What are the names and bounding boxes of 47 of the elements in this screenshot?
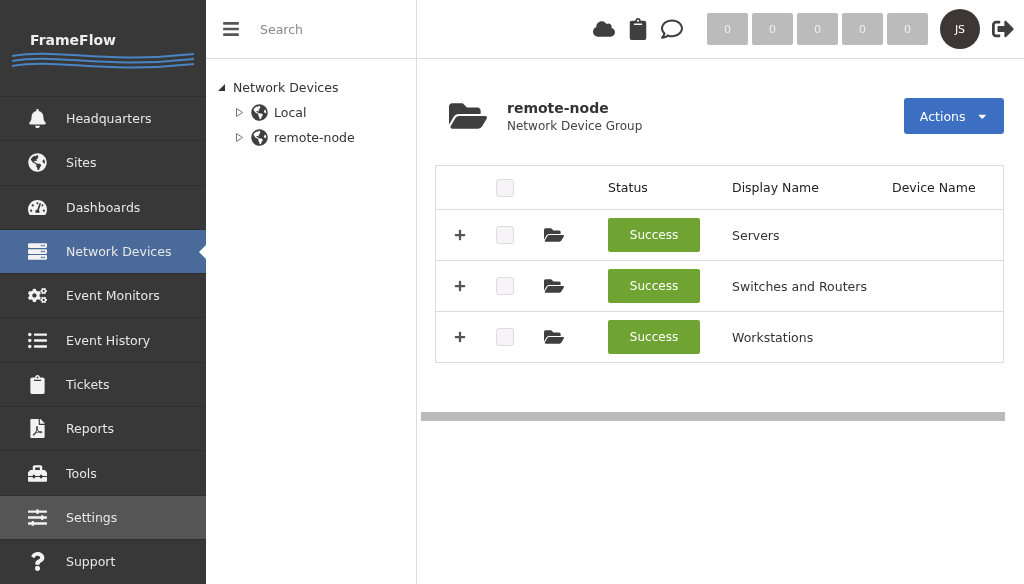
list-icon: [26, 330, 48, 350]
column-header: Status: [608, 180, 649, 195]
globe-icon: [251, 129, 268, 146]
checkbox[interactable]: [496, 277, 514, 295]
expanded-caret-icon[interactable]: [218, 84, 227, 91]
folder-icon: [544, 276, 564, 296]
collapsed-caret-icon[interactable]: [236, 108, 245, 117]
folder-icon: [544, 327, 564, 347]
status-badge: Success: [608, 218, 700, 252]
globe-icon: [26, 153, 48, 173]
scrollbar[interactable]: [421, 412, 1005, 421]
tree-item[interactable]: remote-node: [274, 130, 355, 145]
tree-item[interactable]: Local: [274, 105, 307, 120]
logo-text: FrameFlow: [29, 32, 118, 48]
server-icon: [26, 242, 48, 262]
table-cell-text: Workstations: [732, 329, 815, 345]
actions-button[interactable]: Actions: [903, 98, 1004, 134]
sign-out-icon[interactable]: [992, 18, 1014, 40]
checkbox[interactable]: [496, 226, 514, 244]
toolbox-icon: [26, 463, 48, 483]
column-header: Device Name: [892, 180, 977, 195]
checkbox[interactable]: [496, 178, 514, 197]
group-subtitle: Network Device Group: [507, 118, 644, 133]
cloud-icon[interactable]: [593, 18, 615, 40]
status-badge: Success: [608, 320, 700, 354]
group-title: remote-node: [507, 99, 610, 116]
collapsed-caret-icon[interactable]: [236, 133, 245, 142]
menu-icon[interactable]: [222, 20, 240, 38]
nav-item[interactable]: Network Devices: [0, 228, 206, 274]
tree-item[interactable]: Network Devices: [233, 80, 339, 95]
checkbox[interactable]: [496, 328, 514, 346]
chat-icon[interactable]: [661, 18, 683, 40]
gears-icon: [26, 286, 48, 306]
pointer-icon: [199, 244, 206, 259]
table-cell-text: Switches and Routers: [732, 278, 868, 294]
status-badge: Success: [608, 269, 700, 303]
folder-icon: [544, 225, 564, 245]
gauge-icon: [26, 197, 48, 217]
wave-logo-icon: [12, 50, 194, 70]
globe-icon: [251, 104, 268, 121]
column-header: Display Name: [732, 180, 820, 195]
sliders-icon: [26, 507, 48, 527]
bell-icon: [26, 109, 48, 129]
user-avatar[interactable]: JS: [940, 9, 980, 49]
clipboard-icon[interactable]: [627, 18, 649, 40]
table-cell-text: Servers: [732, 227, 781, 243]
nav-item[interactable]: Settings: [0, 494, 206, 539]
